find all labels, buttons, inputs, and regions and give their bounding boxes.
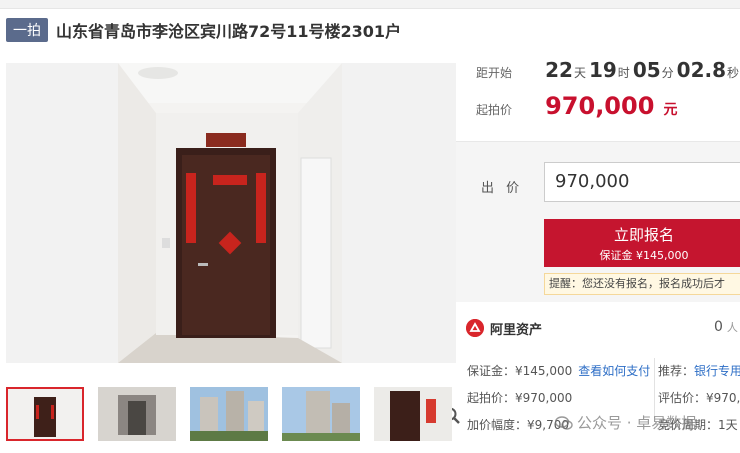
platform-name: 阿里资产 <box>490 323 543 338</box>
deposit-text: 保证金：¥145,000 <box>467 364 573 378</box>
how-to-pay-link[interactable]: 查看如何支付 <box>578 364 650 378</box>
bid-label: 出 价 <box>481 181 524 196</box>
register-button-label: 立即报名 <box>613 226 674 244</box>
participant-count-unit: 人 <box>726 321 738 334</box>
main-photo[interactable] <box>6 63 460 424</box>
recommend-link[interactable]: 银行专用 <box>694 364 740 378</box>
increment-info: 加价幅度：¥9,700 <box>467 418 569 432</box>
thumbnail-strip <box>6 387 456 443</box>
countdown-seconds-unit: 秒 <box>727 66 740 80</box>
countdown-days: 22 <box>545 58 573 82</box>
starting-price-label: 起拍价 <box>476 103 513 117</box>
countdown-label: 距开始 <box>476 66 513 80</box>
recommend-info: 推荐：银行专用 <box>658 362 740 379</box>
watermark-text: 公众号 · 卓易数据 <box>577 414 697 432</box>
countdown-minutes: 05 <box>632 58 661 82</box>
countdown-hours-unit: 时 <box>617 66 630 80</box>
thumbnail-4[interactable] <box>282 387 360 441</box>
starting-price: 起拍价 970,000 元 <box>476 92 678 124</box>
title-row: 一拍 山东省青岛市李沧区宾川路72号11号楼2301户 <box>6 18 401 42</box>
participant-count: 0人 <box>714 319 738 335</box>
registration-tip: 提醒：您还没有报名，报名成功后才 <box>544 273 740 295</box>
starting-price-unit: 元 <box>663 102 678 118</box>
auction-round-badge: 一拍 <box>6 18 48 42</box>
appraisal-info: 评估价：¥970,0 <box>658 391 740 405</box>
thumbnail-1[interactable] <box>6 387 84 441</box>
bid-input[interactable]: 970,000 <box>544 162 740 202</box>
platform-row: 阿里资产 0人 <box>466 316 740 342</box>
bid-panel: 出 价 970,000 立即报名 保证金 ¥145,000 提醒：您还没有报名，… <box>456 141 740 302</box>
countdown-hours: 19 <box>588 58 617 82</box>
page-title: 山东省青岛市李沧区宾川路72号11号楼2301户 <box>56 22 402 41</box>
countdown-minutes-unit: 分 <box>661 66 674 80</box>
recommend-label: 推荐： <box>658 364 695 378</box>
thumbnail-2[interactable] <box>98 387 176 441</box>
start-price-info: 起拍价：¥970,000 <box>467 391 573 405</box>
info-divider <box>654 358 655 418</box>
thumbnail-3[interactable] <box>190 387 268 441</box>
countdown-seconds: 02.8 <box>676 58 727 82</box>
wechat-icon <box>554 416 573 430</box>
participant-count-value: 0 <box>714 319 723 335</box>
starting-price-value: 970,000 <box>545 92 655 120</box>
ali-asset-logo-icon <box>466 319 484 337</box>
deposit-info: 保证金：¥145,000 查看如何支付 <box>467 362 650 379</box>
top-bar <box>0 0 740 9</box>
countdown: 距开始 22天 19时 05分 02.8秒 <box>476 58 740 88</box>
deposit-label: 保证金 ¥145,000 <box>599 249 689 262</box>
register-button[interactable]: 立即报名 保证金 ¥145,000 <box>544 219 740 267</box>
countdown-days-unit: 天 <box>573 66 586 80</box>
watermark: 公众号 · 卓易数据 <box>554 412 697 433</box>
door-photo <box>118 63 342 363</box>
thumbnail-5[interactable] <box>374 387 452 441</box>
